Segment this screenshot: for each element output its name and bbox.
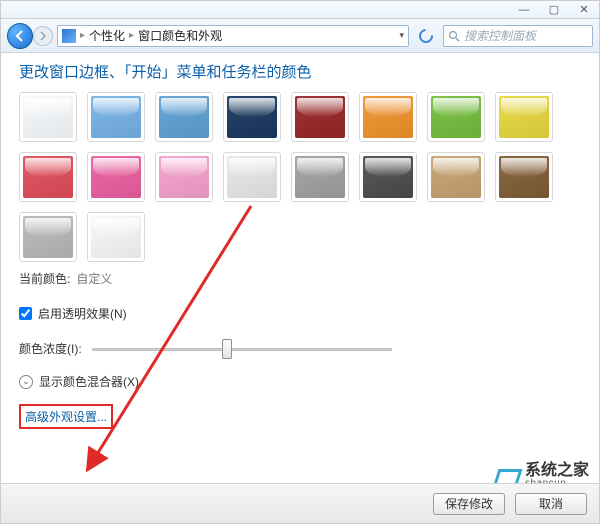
breadcrumb-item-personalization[interactable]: 个性化 bbox=[89, 27, 125, 44]
color-swatch[interactable] bbox=[87, 152, 145, 202]
color-swatch[interactable] bbox=[291, 152, 349, 202]
current-color-label: 当前颜色: bbox=[19, 270, 70, 287]
search-input[interactable]: 搜索控制面板 bbox=[443, 25, 593, 47]
color-mixer-expander[interactable]: ⌄ 显示颜色混合器(X) bbox=[19, 373, 581, 390]
slider-track bbox=[92, 348, 392, 351]
refresh-icon[interactable] bbox=[416, 26, 436, 46]
breadcrumb[interactable]: ▸ 个性化 ▸ 窗口颜色和外观 ▾ bbox=[57, 25, 409, 47]
chevron-right-icon: ▸ bbox=[129, 30, 134, 41]
watermark-title: 系统之家 bbox=[525, 463, 589, 479]
color-swatch[interactable] bbox=[495, 152, 553, 202]
search-placeholder: 搜索控制面板 bbox=[464, 27, 536, 44]
minimize-button[interactable]: — bbox=[509, 2, 539, 18]
address-bar: ▸ 个性化 ▸ 窗口颜色和外观 ▾ 搜索控制面板 bbox=[1, 19, 599, 53]
color-intensity-slider[interactable] bbox=[92, 342, 392, 356]
color-mixer-label: 显示颜色混合器(X) bbox=[39, 373, 139, 390]
color-swatch[interactable] bbox=[359, 152, 417, 202]
color-swatch[interactable] bbox=[495, 92, 553, 142]
annotation-highlight-box: 高级外观设置... bbox=[19, 404, 113, 429]
window-titlebar: — ▢ ✕ bbox=[1, 1, 599, 19]
color-swatch[interactable] bbox=[19, 212, 77, 262]
color-swatch[interactable] bbox=[223, 152, 281, 202]
color-swatch[interactable] bbox=[359, 92, 417, 142]
color-swatch[interactable] bbox=[19, 152, 77, 202]
color-swatch[interactable] bbox=[155, 92, 213, 142]
color-intensity-row: 颜色浓度(I): bbox=[19, 340, 581, 357]
current-color-value: 自定义 bbox=[76, 270, 112, 287]
back-button[interactable] bbox=[7, 23, 33, 49]
footer-bar: 保存修改 取消 bbox=[1, 483, 599, 523]
page-title: 更改窗口边框、「开始」菜单和任务栏的颜色 bbox=[19, 61, 581, 82]
cancel-button[interactable]: 取消 bbox=[515, 493, 587, 515]
chevron-down-icon[interactable]: ▾ bbox=[399, 30, 404, 41]
color-swatch[interactable] bbox=[87, 212, 145, 262]
maximize-button[interactable]: ▢ bbox=[539, 2, 569, 18]
enable-transparency-label: 启用透明效果(N) bbox=[38, 305, 127, 322]
chevron-right-icon: ▸ bbox=[80, 30, 85, 41]
forward-button[interactable] bbox=[33, 26, 53, 46]
search-icon bbox=[448, 30, 460, 42]
color-intensity-label: 颜色浓度(I): bbox=[19, 340, 82, 357]
breadcrumb-item-window-color[interactable]: 窗口颜色和外观 bbox=[138, 27, 222, 44]
enable-transparency-checkbox[interactable] bbox=[19, 307, 32, 320]
close-button[interactable]: ✕ bbox=[569, 2, 599, 18]
color-swatch[interactable] bbox=[291, 92, 349, 142]
save-button[interactable]: 保存修改 bbox=[433, 493, 505, 515]
chevron-down-icon: ⌄ bbox=[19, 375, 33, 389]
color-swatch-grid bbox=[19, 92, 581, 262]
color-swatch[interactable] bbox=[427, 92, 485, 142]
color-swatch[interactable] bbox=[19, 92, 77, 142]
slider-thumb[interactable] bbox=[222, 339, 232, 359]
personalization-icon bbox=[62, 29, 76, 43]
content-area: 更改窗口边框、「开始」菜单和任务栏的颜色 当前颜色: 自定义 启用透明效果(N)… bbox=[1, 53, 599, 429]
advanced-appearance-link[interactable]: 高级外观设置... bbox=[25, 410, 107, 424]
color-swatch[interactable] bbox=[427, 152, 485, 202]
enable-transparency-row[interactable]: 启用透明效果(N) bbox=[19, 305, 581, 322]
color-swatch[interactable] bbox=[87, 92, 145, 142]
color-swatch[interactable] bbox=[155, 152, 213, 202]
current-color-row: 当前颜色: 自定义 bbox=[19, 270, 581, 287]
color-swatch[interactable] bbox=[223, 92, 281, 142]
